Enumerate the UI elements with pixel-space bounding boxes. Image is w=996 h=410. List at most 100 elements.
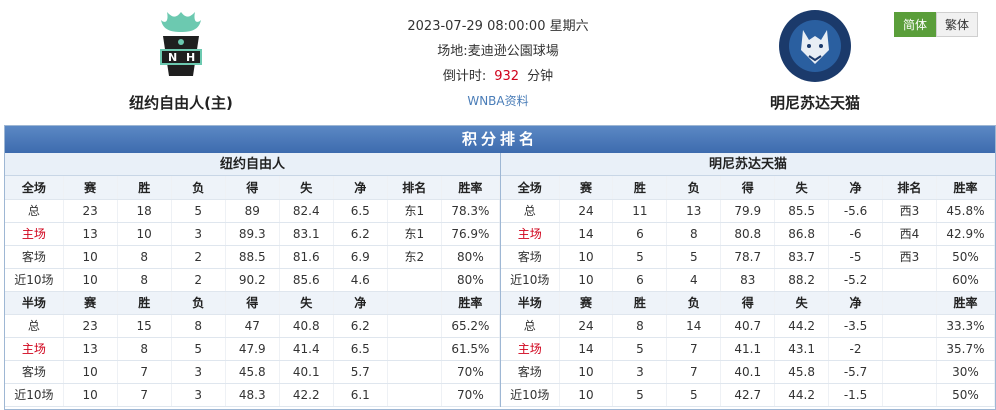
table-header-cell: 赛 — [63, 176, 118, 200]
table-cell: 近10场 — [501, 383, 560, 407]
table-cell: 5 — [612, 245, 668, 269]
table-cell: 5 — [612, 337, 668, 361]
table-cell: 89 — [225, 199, 280, 223]
home-team-name[interactable]: 纽约自由人(主) — [96, 92, 266, 113]
table-cell: 88.2 — [774, 268, 830, 292]
table-header-cell: 负 — [171, 291, 226, 315]
table-header-cell: 全场 — [5, 176, 64, 200]
match-header: N H 纽约自由人(主) 2023-07-29 08:00:00 星期六 场地:… — [0, 0, 996, 124]
new-york-liberty-logo-icon: N H — [141, 6, 221, 86]
table-cell — [882, 268, 937, 292]
table-header-cell: 排名 — [882, 176, 937, 200]
table-header-cell — [882, 291, 937, 315]
table-cell: 5 — [171, 337, 226, 361]
table-cell: 5 — [666, 383, 722, 407]
table-cell: 客场 — [5, 245, 64, 269]
table-cell: 4 — [666, 268, 722, 292]
table-header-cell: 胜率 — [936, 176, 996, 200]
table-header-cell: 胜率 — [441, 291, 501, 315]
table-cell: 主场 — [501, 222, 560, 246]
table-cell: 8 — [666, 222, 722, 246]
table-cell: 3 — [171, 360, 226, 384]
table-header-cell — [387, 291, 442, 315]
table-header-cell: 失 — [774, 176, 830, 200]
table-row: 近10场 10 6 4 83 88.2 -5.2 60% — [501, 268, 996, 292]
table-cell: -1.5 — [828, 383, 883, 407]
table-cell: 82.4 — [279, 199, 334, 223]
table-cell: 7 — [117, 383, 172, 407]
table-cell: 总 — [5, 199, 64, 223]
table-cell: 42.9% — [936, 222, 996, 246]
simplified-chinese-button[interactable]: 简体 — [893, 12, 936, 37]
table-cell: -3.5 — [828, 314, 883, 338]
table-row: 近10场 10 8 2 90.2 85.6 4.6 80% — [5, 268, 501, 292]
table-header-cell: 得 — [720, 291, 776, 315]
table-cell: 30% — [936, 360, 996, 384]
table-header-cell: 净 — [828, 176, 883, 200]
table-row: 总 24 8 14 40.7 44.2 -3.5 33.3% — [501, 314, 996, 338]
table-cell: 18 — [117, 199, 172, 223]
table-cell: 13 — [63, 337, 118, 361]
table-row: 主场 13 8 5 47.9 41.4 6.5 61.5% — [5, 337, 501, 361]
table-cell: 2 — [171, 245, 226, 269]
table-cell: 8 — [171, 314, 226, 338]
table-cell: 8 — [117, 245, 172, 269]
table-cell: 8 — [117, 337, 172, 361]
table-header-cell: 胜率 — [441, 176, 501, 200]
table-cell: 15 — [117, 314, 172, 338]
away-standings: 明尼苏达天猫 全场赛胜负得失净排名 胜率总 24 11 13 79.9 85.5 -5.6 西3… — [500, 153, 996, 407]
home-standings-team-name: 纽约自由人 — [5, 153, 500, 176]
table-cell: 西4 — [882, 222, 937, 246]
table-header-cell: 失 — [279, 291, 334, 315]
table-row: 客场 10 5 5 78.7 83.7 -5 西3 50% — [501, 245, 996, 269]
traditional-chinese-button[interactable]: 繁体 — [935, 12, 978, 37]
venue-name: 麦迪逊公園球場 — [467, 44, 559, 59]
table-cell: 6.5 — [333, 199, 388, 223]
table-cell: 6 — [612, 268, 668, 292]
home-standings: 纽约自由人 全场赛胜负得失净排名 胜率总 23 18 5 89 82.4 6.5 东1 78.3%… — [5, 153, 501, 407]
table-header-cell: 失 — [774, 291, 830, 315]
table-cell: 83 — [720, 268, 776, 292]
table-cell: 45.8% — [936, 199, 996, 223]
league-info-link[interactable]: WNBA资料 — [360, 89, 636, 114]
table-header-cell: 失 — [279, 176, 334, 200]
table-cell: 6.2 — [333, 314, 388, 338]
table-cell — [387, 360, 442, 384]
table-cell: 11 — [612, 199, 668, 223]
table-row: 总 23 18 5 89 82.4 6.5 东1 78.3% — [5, 199, 501, 223]
table-header-cell: 得 — [225, 291, 280, 315]
table-cell: 10 — [559, 245, 614, 269]
table-cell: 3 — [171, 383, 226, 407]
table-header-cell: 胜 — [612, 176, 668, 200]
table-cell: 总 — [501, 199, 560, 223]
table-cell: 5 — [612, 383, 668, 407]
table-cell: 41.1 — [720, 337, 776, 361]
table-cell: 44.2 — [774, 383, 830, 407]
table-row: 客场 10 7 3 45.8 40.1 5.7 70% — [5, 360, 501, 384]
table-cell: 8 — [117, 268, 172, 292]
table-cell: 60% — [936, 268, 996, 292]
table-cell: 东2 — [387, 245, 442, 269]
table-cell: 6.9 — [333, 245, 388, 269]
home-team-block: N H 纽约自由人(主) — [96, 6, 266, 113]
table-cell: 80% — [441, 245, 501, 269]
table-cell: 东1 — [387, 199, 442, 223]
table-header-cell: 净 — [828, 291, 883, 315]
table-row: 客场 10 8 2 88.5 81.6 6.9 东2 80% — [5, 245, 501, 269]
table-cell: 33.3% — [936, 314, 996, 338]
table-cell — [882, 314, 937, 338]
table-cell: 主场 — [5, 222, 64, 246]
table-cell: 88.5 — [225, 245, 280, 269]
table-cell: 10 — [559, 383, 614, 407]
table-cell: 3 — [612, 360, 668, 384]
away-team-block: 明尼苏达天猫 — [730, 6, 900, 113]
table-cell: -5.6 — [828, 199, 883, 223]
table-cell — [387, 268, 442, 292]
table-cell — [882, 360, 937, 384]
table-cell: 50% — [936, 245, 996, 269]
away-team-name[interactable]: 明尼苏达天猫 — [730, 92, 900, 113]
half-game-header-row: 半场赛胜负得失净 胜率 — [5, 291, 501, 315]
table-cell: 45.8 — [774, 360, 830, 384]
table-cell: 47 — [225, 314, 280, 338]
match-datetime: 2023-07-29 08:00:00 星期六 — [407, 19, 589, 34]
